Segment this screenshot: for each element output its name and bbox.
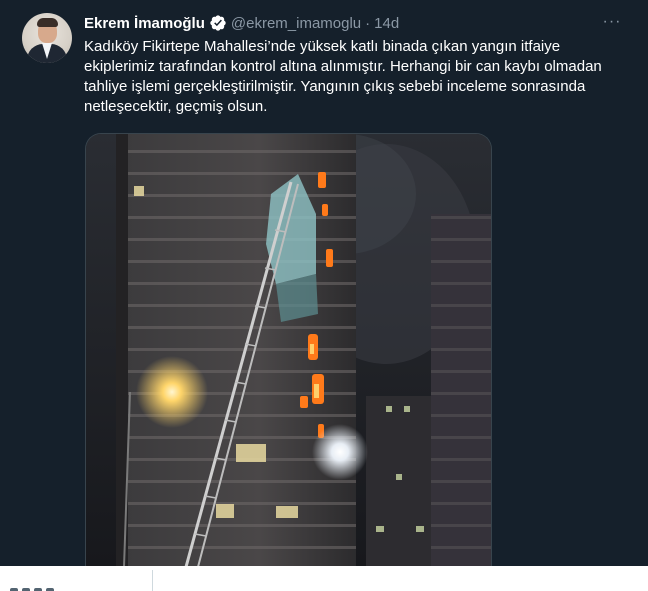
header-separator: · <box>365 14 371 32</box>
tweet[interactable]: Ekrem İmamoğlu @ekrem_imamoglu · 14d ···… <box>0 0 648 566</box>
author-name[interactable]: Ekrem İmamoğlu <box>84 15 205 32</box>
author-avatar[interactable] <box>22 13 72 63</box>
tweet-timestamp[interactable]: 14d <box>374 15 399 32</box>
author-handle[interactable]: @ekrem_imamoglu <box>231 15 361 32</box>
verified-badge-icon <box>210 15 226 31</box>
tweet-text: Kadıköy Fikirtepe Mahallesi’nde yüksek k… <box>84 38 602 115</box>
tweet-header: Ekrem İmamoğlu @ekrem_imamoglu · 14d <box>84 13 399 33</box>
bottom-panel <box>0 566 648 591</box>
bottom-divider <box>152 570 153 591</box>
avatar-hair <box>37 18 58 27</box>
tweet-media-photo[interactable] <box>85 133 492 566</box>
building-fire-photo <box>86 134 491 566</box>
bottom-stub-text <box>10 583 70 591</box>
more-options-icon[interactable]: ··· <box>600 13 624 33</box>
